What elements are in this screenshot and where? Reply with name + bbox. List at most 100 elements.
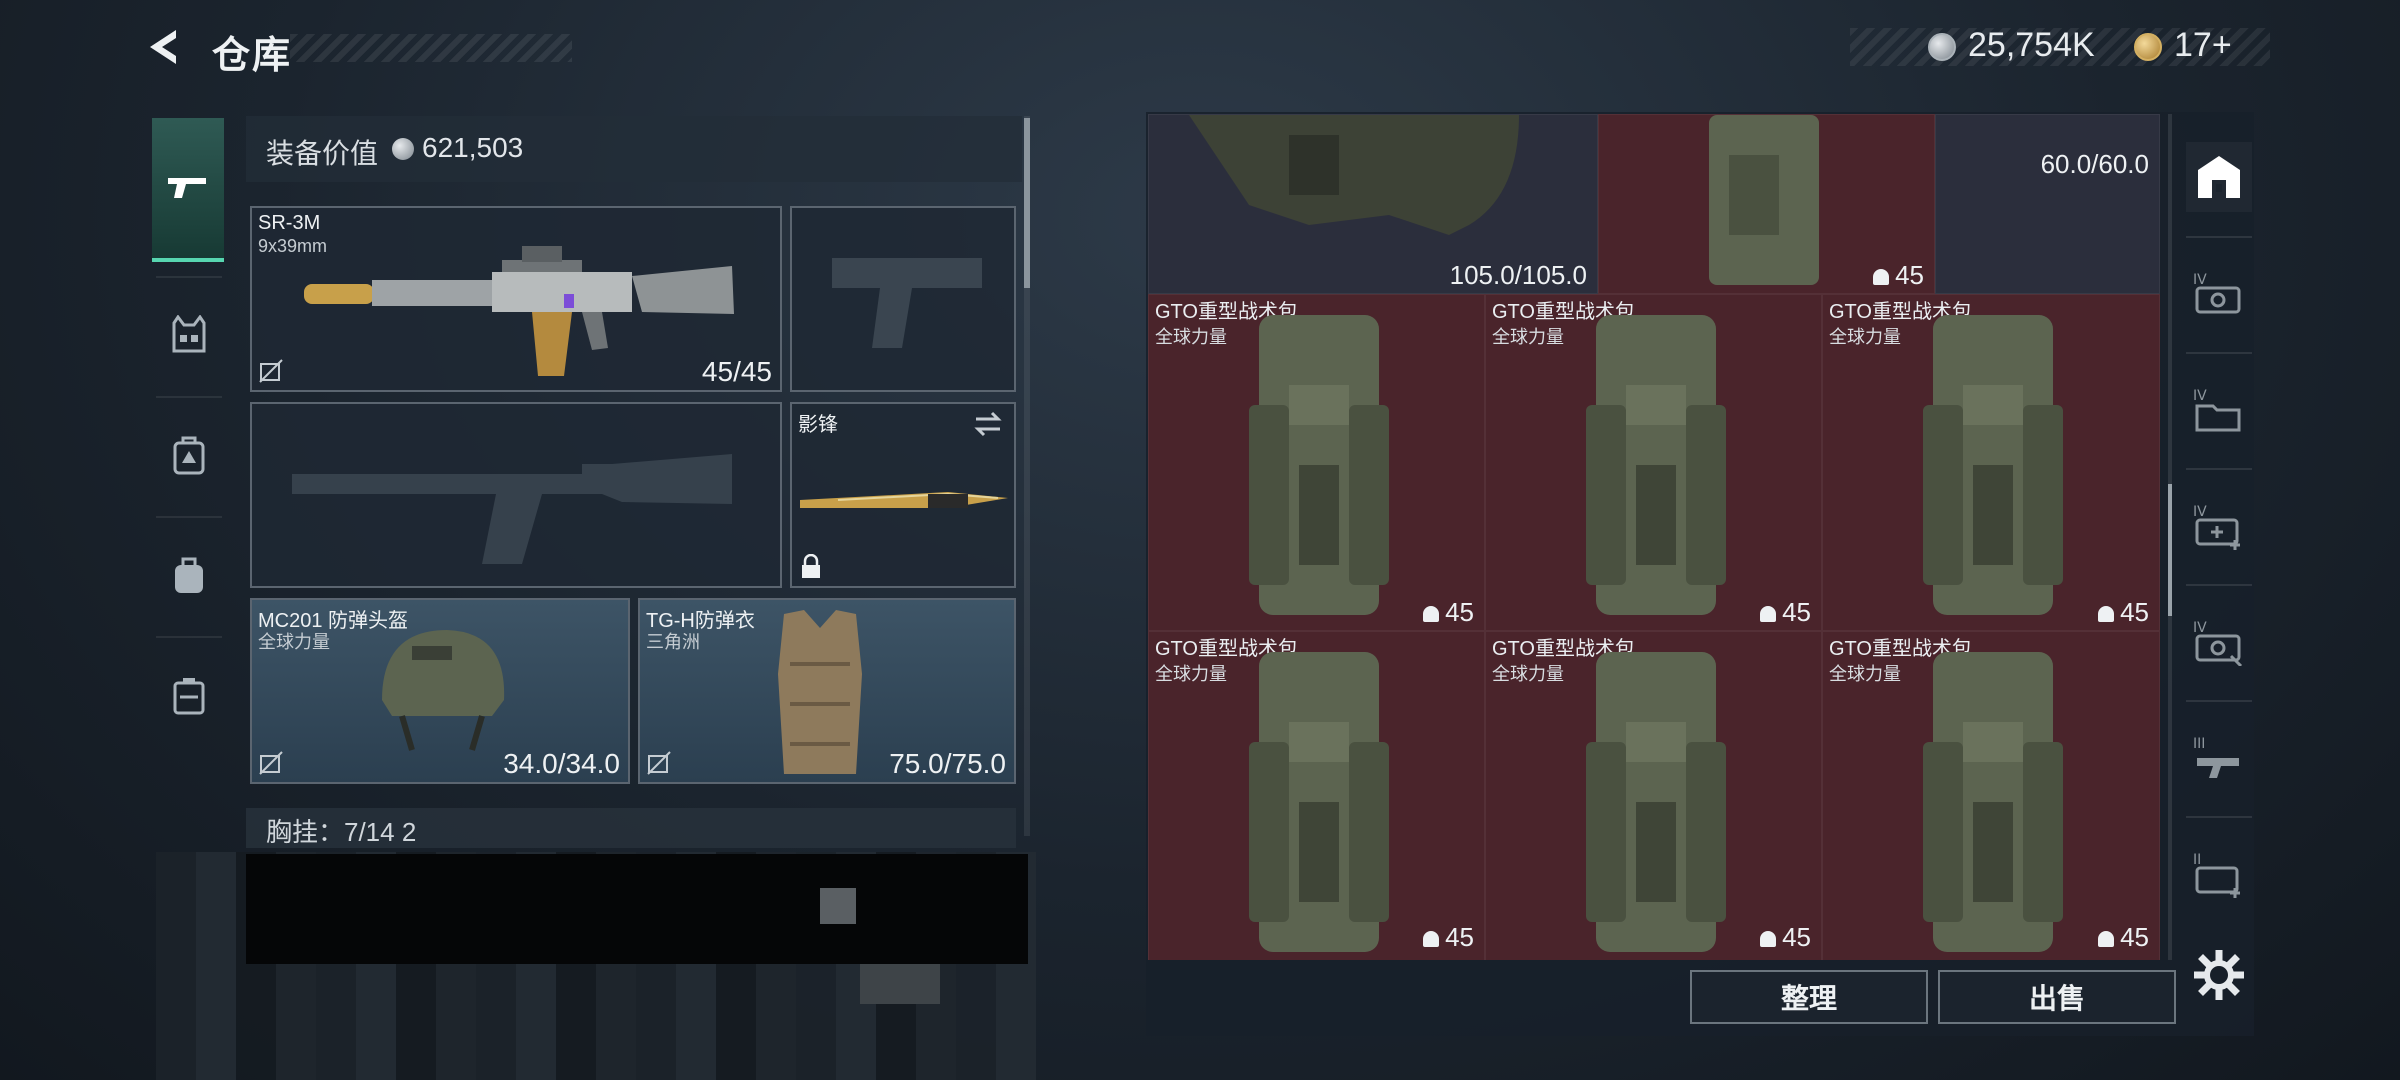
weight-icon [2098, 931, 2115, 948]
rifle-silhouette-icon [292, 454, 732, 564]
item-count: 45 [2098, 922, 2149, 953]
inventory-item[interactable]: GTO重型战术包 全球力量 45 [1148, 294, 1485, 631]
inventory-item-misc[interactable]: 60.0/60.0 [1935, 114, 2160, 294]
vest-image [778, 610, 862, 774]
secondary-weapon-slot[interactable] [250, 402, 782, 588]
helmet-image [382, 630, 505, 751]
backpack-image [1249, 315, 1389, 615]
tab-chest-rig[interactable] [154, 300, 224, 370]
rifle-image [304, 246, 734, 376]
money-amount: 25,754K [1968, 26, 2095, 64]
item-source: 全球力量 [1829, 664, 1901, 684]
tab-case[interactable] [154, 660, 224, 730]
armor-slot[interactable]: TG-H防弹衣 三角洲 75.0/75.0 [638, 598, 1016, 784]
inventory-item[interactable]: GTO重型战术包 全球力量 45 [1485, 631, 1822, 960]
home-safe-icon [2198, 156, 2240, 198]
inventory-item[interactable]: GTO重型战术包 全球力量 45 [1822, 631, 2160, 960]
inventory-item[interactable]: GTO重型战术包 全球力量 45 [1485, 294, 1822, 631]
sort-button[interactable]: 整理 [1690, 970, 1928, 1024]
tier-ii-medkit-icon: II [2193, 852, 2240, 898]
gun-icon [168, 178, 206, 198]
tab-storage-6[interactable]: II [2186, 838, 2252, 908]
left-category-nav [146, 106, 234, 846]
item-count: 45 [1423, 922, 1474, 953]
item-count: 45 [2098, 597, 2149, 628]
helmet-durability: 34.0/34.0 [503, 748, 620, 779]
weight-icon [1760, 606, 1777, 623]
backpack-image [1586, 315, 1726, 615]
tab-storage-2[interactable]: IV [2186, 374, 2252, 444]
item-durability: 105.0/105.0 [1449, 260, 1587, 290]
token-amount[interactable]: 17+ [2174, 26, 2232, 65]
tab-storage-5[interactable]: III [2186, 722, 2252, 792]
chest-rig-label: 胸挂：7/14 2 [266, 817, 417, 847]
primary-weapon-slot[interactable]: SR-3M 9x39mm 45/45 [250, 206, 782, 392]
tab-storage-1[interactable]: IV [2186, 258, 2252, 328]
chest-rig-row[interactable]: 胸挂：7/14 2 [246, 808, 1016, 848]
weight-icon [2098, 606, 2115, 623]
weight-icon [1873, 269, 1890, 286]
inventory-item-vest[interactable]: 105.0/105.0 [1148, 114, 1598, 294]
pistol-slot[interactable] [790, 206, 1016, 392]
money-coin-icon [1928, 33, 1956, 61]
backpack-image [1586, 652, 1726, 952]
item-source: 全球力量 [1492, 327, 1564, 347]
backpack-armor-icon [173, 436, 205, 475]
page-title: 仓库 [212, 35, 293, 77]
token-coin-icon [2134, 33, 2162, 61]
tab-storage-3[interactable]: IV [2186, 490, 2252, 560]
pistol-silhouette-icon [832, 258, 982, 348]
censored-pixel [860, 964, 940, 1004]
backpack-image [1709, 115, 1819, 285]
tab-warehouse-home[interactable] [2186, 142, 2252, 212]
unbound-icon [259, 359, 283, 383]
censored-block [246, 854, 1028, 964]
svg-text:IV: IV [2193, 272, 2207, 288]
inventory-item[interactable]: GTO重型战术包 全球力量 45 [1148, 631, 1485, 960]
helmet-source: 全球力量 [258, 632, 330, 652]
tab-armor-bag[interactable] [154, 420, 224, 490]
svg-text:II: II [2193, 852, 2201, 868]
backpack-image [1923, 315, 2063, 615]
tier-iv-medkit-icon: IV [2193, 504, 2240, 550]
svg-text:IV: IV [2193, 504, 2207, 520]
item-count: 45 [1873, 260, 1924, 291]
item-source: 全球力量 [1492, 664, 1564, 684]
sell-button[interactable]: 出售 [1938, 970, 2176, 1024]
equipment-value-label: 装备价值 [266, 138, 379, 169]
helmet-slot[interactable]: MC201 防弹头盔 全球力量 34.0/34.0 [250, 598, 630, 784]
inventory-scroll-thumb[interactable] [2168, 484, 2172, 616]
svg-text:IV: IV [2193, 388, 2207, 404]
backpack-image [1249, 652, 1389, 952]
case-icon [173, 678, 205, 715]
swap-icon[interactable] [972, 410, 1004, 438]
tier-iv-tool-icon: IV [2193, 620, 2243, 666]
title-decoration [290, 34, 572, 62]
weight-icon [1423, 606, 1440, 623]
item-count: 45 [1423, 597, 1474, 628]
item-count: 45 [1760, 922, 1811, 953]
inventory-grid: 105.0/105.0 45 60.0/60.0 GTO重型战术包 全球力量 4… [1148, 114, 2160, 960]
gear-icon[interactable] [2194, 950, 2244, 1000]
value-coin-icon [392, 138, 414, 160]
melee-name: 影锋 [798, 414, 838, 436]
backpack-image [1923, 652, 2063, 952]
vest-icon [172, 315, 206, 353]
tier-iv-folder-icon: IV [2193, 388, 2241, 432]
back-button[interactable] [140, 24, 186, 70]
backpack-icon [175, 557, 203, 593]
melee-slot[interactable]: 影锋 [790, 402, 1016, 588]
unbound-icon [259, 751, 283, 775]
item-source: 全球力量 [1155, 327, 1227, 347]
inventory-item-backpack[interactable]: 45 [1598, 114, 1935, 294]
item-source: 全球力量 [1155, 664, 1227, 684]
tier-iii-gun-case-icon: III [2193, 736, 2239, 778]
tab-backpack[interactable] [154, 540, 224, 610]
svg-text:IV: IV [2193, 620, 2207, 636]
equipment-value: 621,503 [422, 132, 524, 163]
tab-weapons[interactable] [152, 118, 224, 262]
unbound-icon [647, 751, 671, 775]
tab-storage-4[interactable]: IV [2186, 606, 2252, 676]
equipment-scroll-thumb[interactable] [1024, 118, 1030, 288]
inventory-item[interactable]: GTO重型战术包 全球力量 45 [1822, 294, 2160, 631]
